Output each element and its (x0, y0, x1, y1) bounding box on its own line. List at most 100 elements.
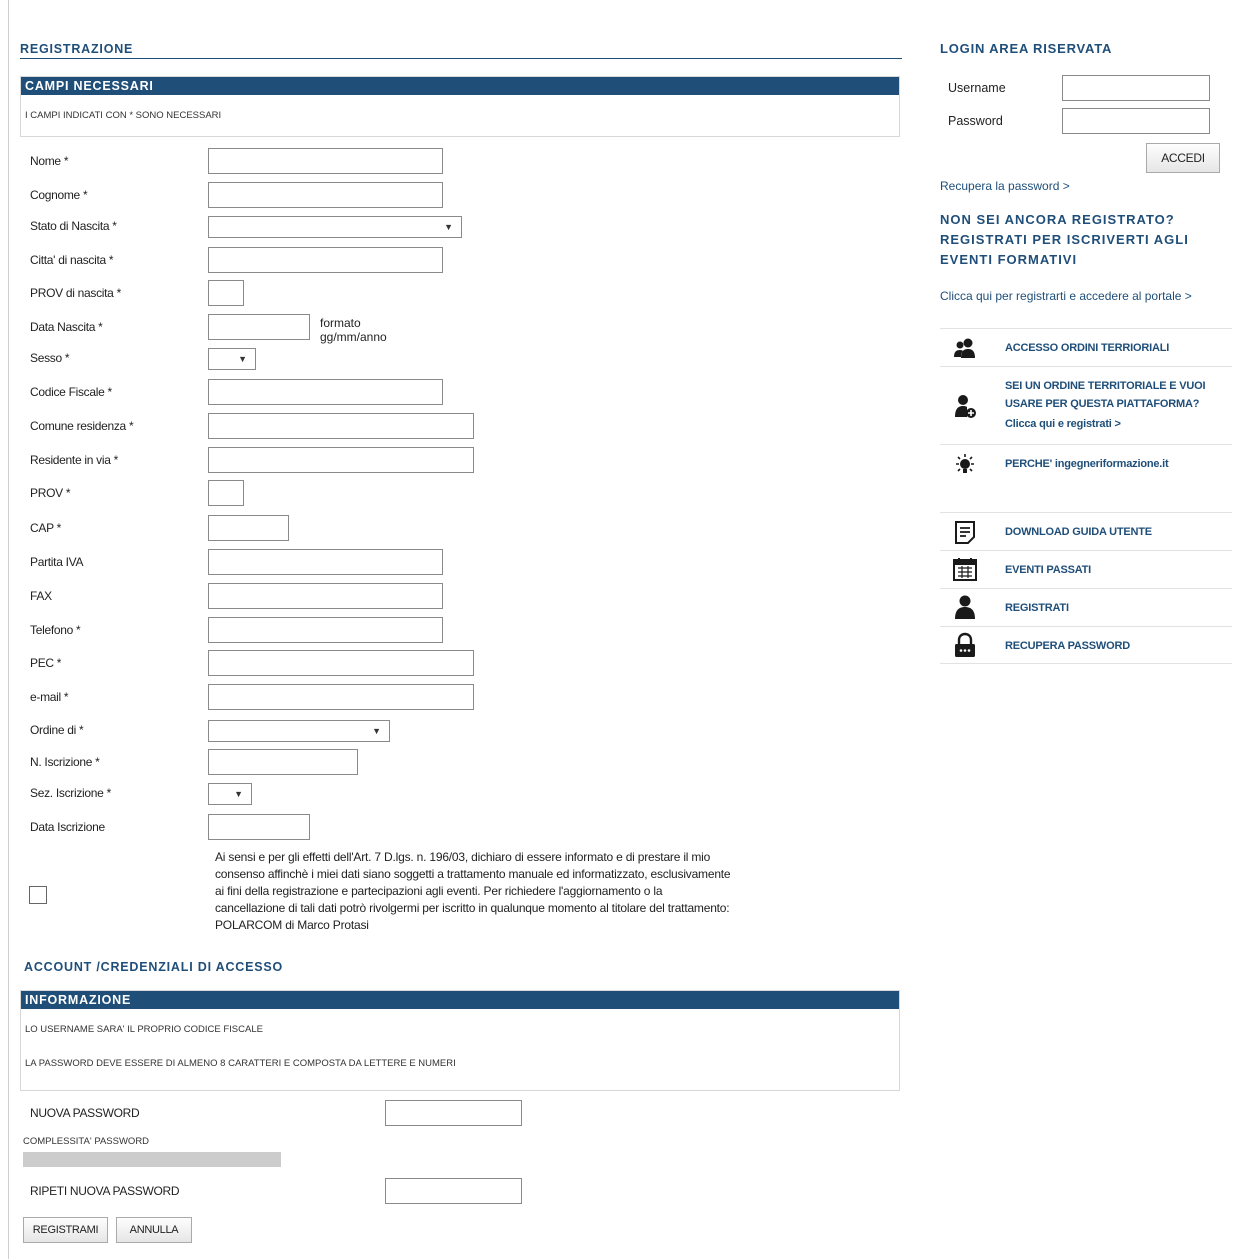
ordine-label: Ordine di * (30, 723, 84, 737)
sez-iscrizione-select[interactable]: ▼ (208, 783, 252, 805)
menu-item-recupera-password[interactable]: RECUPERA PASSWORD (940, 626, 1232, 664)
telefono-label: Telefono * (30, 623, 81, 637)
required-fields-header: CAMPI NECESSARI (21, 77, 899, 95)
prov-nascita-label: PROV di nascita * (30, 286, 121, 300)
stato-nascita-select[interactable]: ▼ (208, 216, 462, 238)
menu-item-label: EVENTI PASSATI (1005, 564, 1092, 576)
chevron-down-icon: ▼ (372, 726, 381, 736)
title-divider (20, 58, 902, 59)
sidebar: LOGIN AREA RISERVATA Username Password A… (940, 40, 1232, 680)
menu-item-perche[interactable]: PERCHE' ingegneriformazione.it (940, 444, 1232, 482)
menu-item-label: ACCESSO ORDINI TERRIORIALI (1005, 342, 1170, 354)
fax-label: FAX (30, 589, 52, 603)
chevron-down-icon: ▼ (444, 222, 453, 232)
username-note: LO USERNAME SARA' IL PROPRIO CODICE FISC… (25, 1024, 263, 1035)
repeat-password-input[interactable] (385, 1178, 522, 1204)
nome-label: Nome * (30, 154, 69, 168)
telefono-input[interactable] (208, 617, 443, 643)
not-registered-title: NON SEI ANCORA REGISTRATO? REGISTRATI PE… (940, 212, 1189, 267)
data-iscrizione-label: Data Iscrizione (30, 820, 105, 834)
password-strength-bar (23, 1152, 281, 1167)
data-nascita-label: Data Nascita * (30, 320, 103, 334)
menu-item-label: DOWNLOAD GUIDA UTENTE (1005, 526, 1152, 538)
lightbulb-icon (956, 454, 974, 473)
username-label: Username (948, 81, 1006, 95)
chevron-down-icon: ▼ (234, 789, 243, 799)
calendar-icon (953, 558, 977, 581)
password-input[interactable] (1062, 108, 1210, 134)
new-password-label: NUOVA PASSWORD (30, 1106, 140, 1120)
cognome-label: Cognome * (30, 188, 88, 202)
users-icon (954, 338, 975, 358)
required-fields-box: CAMPI NECESSARI I CAMPI INDICATI CON * S… (20, 76, 900, 137)
menu-item-label: RECUPERA PASSWORD (1005, 640, 1130, 652)
registration-title: REGISTRAZIONE (20, 42, 134, 56)
password-rule-note: LA PASSWORD DEVE ESSERE DI ALMENO 8 CARA… (25, 1058, 456, 1069)
account-info-box: INFORMAZIONE LO USERNAME SARA' IL PROPRI… (20, 990, 900, 1091)
prov-label: PROV * (30, 486, 71, 500)
prov-nascita-input[interactable] (208, 280, 244, 306)
consent-checkbox[interactable] (29, 886, 47, 904)
menu-item-label: PERCHE' ingegneriformazione.it (1005, 458, 1169, 470)
password-label: Password (948, 114, 1003, 128)
partita-iva-input[interactable] (208, 549, 443, 575)
new-password-input[interactable] (385, 1100, 522, 1126)
email-label: e-mail * (30, 690, 69, 704)
n-iscrizione-input[interactable] (208, 749, 358, 775)
menu-item-eventi-passati[interactable]: EVENTI PASSATI (940, 550, 1232, 588)
register-button[interactable]: REGISTRAMI (23, 1217, 108, 1243)
nome-input[interactable] (208, 148, 443, 174)
cap-label: CAP * (30, 521, 61, 535)
login-title: LOGIN AREA RISERVATA (940, 41, 1113, 56)
fax-input[interactable] (208, 583, 443, 609)
residente-via-label: Residente in via * (30, 453, 118, 467)
cap-input[interactable] (208, 515, 289, 541)
codice-fiscale-input[interactable] (208, 379, 443, 405)
comune-residenza-label: Comune residenza * (30, 419, 134, 433)
ordine-select[interactable]: ▼ (208, 720, 390, 742)
sesso-select[interactable]: ▼ (208, 348, 256, 370)
login-button[interactable]: ACCEDI (1146, 143, 1220, 173)
data-iscrizione-input[interactable] (208, 814, 310, 840)
password-strength-label: COMPLESSITA' PASSWORD (23, 1136, 150, 1147)
username-input[interactable] (1062, 75, 1210, 101)
pec-input[interactable] (208, 650, 474, 676)
menu-item-sublabel: Clicca qui e registrati > (1005, 418, 1121, 430)
user-add-icon (955, 395, 976, 418)
cognome-input[interactable] (208, 182, 443, 208)
data-nascita-input[interactable] (208, 314, 310, 340)
citta-nascita-input[interactable] (208, 247, 443, 273)
stato-nascita-label: Stato di Nascita * (30, 219, 117, 233)
repeat-password-label: RIPETI NUOVA PASSWORD (30, 1184, 180, 1198)
pec-label: PEC * (30, 656, 62, 670)
sez-iscrizione-label: Sez. Iscrizione * (30, 786, 111, 800)
residente-via-input[interactable] (208, 447, 474, 473)
email-input[interactable] (208, 684, 474, 710)
comune-residenza-input[interactable] (208, 413, 474, 439)
n-iscrizione-label: N. Iscrizione * (30, 755, 100, 769)
menu-item-registrati[interactable]: REGISTRATI (940, 588, 1232, 626)
prov-input[interactable] (208, 480, 244, 506)
user-icon (955, 595, 975, 619)
menu-item-label: SEI UN ORDINE TERRITORIALE E VUOI USARE … (1005, 380, 1206, 410)
menu-item-ordine-territoriale[interactable]: SEI UN ORDINE TERRITORIALE E VUOI USARE … (940, 366, 1232, 444)
required-fields-note: I CAMPI INDICATI CON * SONO NECESSARI (25, 110, 222, 121)
recover-password-link[interactable]: Recupera la password > (940, 179, 1070, 193)
date-format-hint: formato gg/mm/anno (320, 316, 387, 344)
register-portal-link[interactable]: Clicca qui per registrarti e accedere al… (940, 289, 1192, 303)
codice-fiscale-label: Codice Fiscale * (30, 385, 112, 399)
registration-section: REGISTRAZIONE CAMPI NECESSARI I CAMPI IN… (20, 40, 902, 1250)
menu-item-label: REGISTRATI (1005, 602, 1069, 614)
account-info-header: INFORMAZIONE (21, 991, 899, 1009)
document-icon (955, 521, 975, 544)
citta-nascita-label: Citta' di nascita * (30, 253, 114, 267)
page-left-rule (8, 0, 9, 1259)
menu-item-download-guida[interactable]: DOWNLOAD GUIDA UTENTE (940, 512, 1232, 550)
cancel-button[interactable]: ANNULLA (116, 1217, 192, 1243)
sesso-label: Sesso * (30, 351, 70, 365)
chevron-down-icon: ▼ (238, 354, 247, 364)
partita-iva-label: Partita IVA (30, 555, 84, 569)
consent-text: Ai sensi e per gli effetti dell'Art. 7 D… (215, 850, 731, 932)
menu-item-accesso-ordini[interactable]: ACCESSO ORDINI TERRIORIALI (940, 328, 1232, 366)
lock-icon (955, 632, 975, 657)
